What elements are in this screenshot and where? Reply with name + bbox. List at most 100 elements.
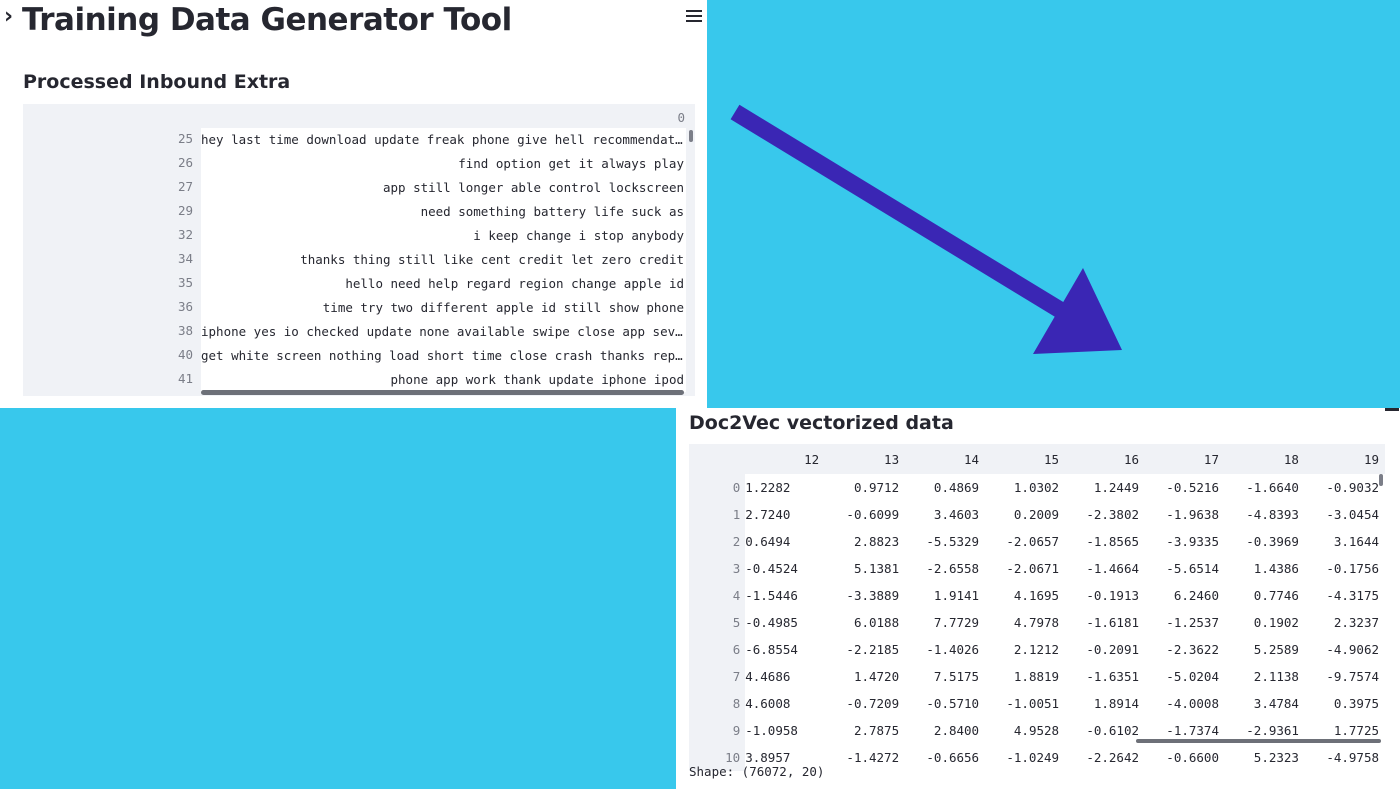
corner-cell bbox=[689, 444, 746, 474]
table-cell: 3.1644 bbox=[1333, 534, 1379, 549]
table-cell: -2.3622 bbox=[1166, 642, 1219, 657]
row-index: 36 bbox=[177, 299, 193, 314]
doc2vec-dataframe[interactable]: 12 13 14 15 16 17 18 19 0 1.2282 0.9712 0.4869 1.03… bbox=[689, 444, 1385, 771]
row-index: 40 bbox=[177, 347, 193, 362]
row-index: 8 bbox=[689, 690, 746, 717]
row-index: 3 bbox=[689, 555, 746, 582]
table-cell: -4.9758 bbox=[1326, 750, 1379, 765]
table-row: 38 iphone yes io checked update none avai… bbox=[23, 320, 695, 344]
row-text: hey last time download update freak phon… bbox=[201, 128, 686, 152]
table-cell: -5.0204 bbox=[1166, 669, 1219, 684]
table-cell: 0.2009 bbox=[1013, 507, 1060, 522]
table-cell: -1.0249 bbox=[1006, 750, 1060, 765]
table-cell: 4.4686 bbox=[745, 669, 791, 684]
table-cell: 0.9712 bbox=[853, 480, 900, 495]
table-cell: -1.6181 bbox=[1086, 615, 1140, 630]
table-cell: 2.8823 bbox=[853, 534, 900, 549]
row-index: 38 bbox=[177, 323, 193, 338]
table-row: 7 4.4686 1.4720 7.5175 1.8819 -1.6351 -5.0204 2… bbox=[689, 663, 1385, 690]
column-header: 13 bbox=[825, 444, 906, 474]
row-index: 6 bbox=[689, 636, 746, 663]
row-index: 5 bbox=[689, 609, 746, 636]
column-header: 0 bbox=[677, 110, 685, 125]
row-index: 25 bbox=[177, 131, 193, 146]
row-index: 35 bbox=[177, 275, 193, 290]
arrow-shaft bbox=[730, 104, 1070, 321]
table-cell: -3.0454 bbox=[1326, 507, 1379, 522]
table-cell: -1.5446 bbox=[745, 588, 798, 603]
table-cell: -0.2091 bbox=[1086, 642, 1140, 657]
table-row: 8 4.6008 -0.7209 -0.5710 -1.0051 1.8914 -4.000… bbox=[689, 690, 1385, 717]
table-cell: -2.6558 bbox=[926, 561, 980, 576]
table-cell: -6.8554 bbox=[745, 642, 798, 657]
processed-dataframe[interactable]: 0 25 hey last time download update freak … bbox=[23, 104, 695, 396]
table-cell: -2.0657 bbox=[1006, 534, 1060, 549]
table-cell: -1.6640 bbox=[1246, 480, 1299, 495]
table-cell: 6.2460 bbox=[1173, 588, 1219, 603]
table-cell: 1.2449 bbox=[1093, 480, 1140, 495]
row-index: 26 bbox=[177, 155, 193, 170]
hamburger-menu-icon[interactable] bbox=[1385, 408, 1399, 411]
table-row: 2 0.6494 2.8823 -5.5329 -2.0657 -1.8565 -3.933… bbox=[689, 528, 1385, 555]
horizontal-scrollbar[interactable] bbox=[1136, 739, 1381, 743]
table-row: 3 -0.4524 5.1381 -2.6558 -2.0671 -1.4664 -5.65… bbox=[689, 555, 1385, 582]
bottom-screenshot-panel: Doc2Vec vectorized data 12 13 14 15 16 17 18 19… bbox=[676, 408, 1400, 789]
table-cell: -2.0671 bbox=[1006, 561, 1060, 576]
table-cell: -0.6102 bbox=[1086, 723, 1140, 738]
row-text: hello need help regard region change app… bbox=[201, 272, 686, 296]
row-index: 34 bbox=[177, 251, 193, 266]
table-cell: -1.2537 bbox=[1166, 615, 1219, 630]
table-row: 41 phone app work thank update iphone ipo… bbox=[23, 368, 695, 392]
vertical-scrollbar[interactable] bbox=[1379, 474, 1383, 486]
table-cell: -0.5710 bbox=[926, 696, 980, 711]
table-cell: -4.8393 bbox=[1246, 507, 1299, 522]
table-cell: -1.4664 bbox=[1086, 561, 1140, 576]
table-cell: 2.8400 bbox=[933, 723, 980, 738]
table-cell: -3.3889 bbox=[846, 588, 900, 603]
table-cell: 1.2282 bbox=[745, 480, 791, 495]
row-index: 9 bbox=[689, 717, 746, 744]
row-index: 32 bbox=[177, 227, 193, 242]
row-text: need something battery life suck as bbox=[201, 200, 686, 224]
top-screenshot-panel: › Training Data Generator Tool Processed… bbox=[0, 0, 707, 408]
table-cell: 6.0188 bbox=[853, 615, 900, 630]
row-index: 4 bbox=[689, 582, 746, 609]
table-cell: -5.5329 bbox=[926, 534, 980, 549]
table-cell: 0.7746 bbox=[1253, 588, 1299, 603]
table-cell: -0.6600 bbox=[1166, 750, 1219, 765]
table-row: 27 app still longer able control lockscre… bbox=[23, 176, 695, 200]
vertical-scrollbar[interactable] bbox=[689, 130, 693, 142]
table-cell: 0.1902 bbox=[1253, 615, 1299, 630]
column-header: 18 bbox=[1224, 444, 1305, 474]
table-cell: 4.6008 bbox=[745, 696, 791, 711]
table-cell: 2.3237 bbox=[1333, 615, 1379, 630]
table-cell: -0.3969 bbox=[1246, 534, 1299, 549]
column-header: 16 bbox=[1065, 444, 1146, 474]
table-cell: -0.5216 bbox=[1166, 480, 1219, 495]
horizontal-scrollbar[interactable] bbox=[201, 390, 684, 395]
table-row: 34 thanks thing still like cent credit le… bbox=[23, 248, 695, 272]
table-cell: 4.1695 bbox=[1013, 588, 1060, 603]
table-row: 5 -0.4985 6.0188 7.7729 4.7978 -1.6181 -1.2537… bbox=[689, 609, 1385, 636]
column-header: 14 bbox=[905, 444, 986, 474]
table-cell: -4.3175 bbox=[1326, 588, 1379, 603]
row-text: time try two different apple id still sh… bbox=[201, 296, 686, 320]
hamburger-menu-icon[interactable] bbox=[686, 7, 702, 25]
chevron-right-icon[interactable]: › bbox=[4, 4, 13, 29]
table-row: 40 get white screen nothing load short ti… bbox=[23, 344, 695, 368]
table-cell: -4.9062 bbox=[1326, 642, 1379, 657]
table-cell: -0.6099 bbox=[846, 507, 900, 522]
table-row: 6 -6.8554 -2.2185 -1.4026 2.1212 -0.2091 -2.36… bbox=[689, 636, 1385, 663]
table-cell: 1.9141 bbox=[933, 588, 980, 603]
row-index: 29 bbox=[177, 203, 193, 218]
table-cell: 0.4869 bbox=[933, 480, 980, 495]
table-cell: -2.2185 bbox=[846, 642, 900, 657]
row-text: phone app work thank update iphone ipod bbox=[201, 368, 686, 392]
table-cell: -5.6514 bbox=[1166, 561, 1219, 576]
dataframe-rows: 25 hey last time download update freak ph… bbox=[23, 128, 695, 392]
table-cell: -4.0008 bbox=[1166, 696, 1219, 711]
table-row: 32 i keep change i stop anybody bbox=[23, 224, 695, 248]
table-cell: 4.7978 bbox=[1013, 615, 1060, 630]
table-cell: 7.5175 bbox=[933, 669, 980, 684]
section-title-processed: Processed Inbound Extra bbox=[23, 71, 291, 93]
